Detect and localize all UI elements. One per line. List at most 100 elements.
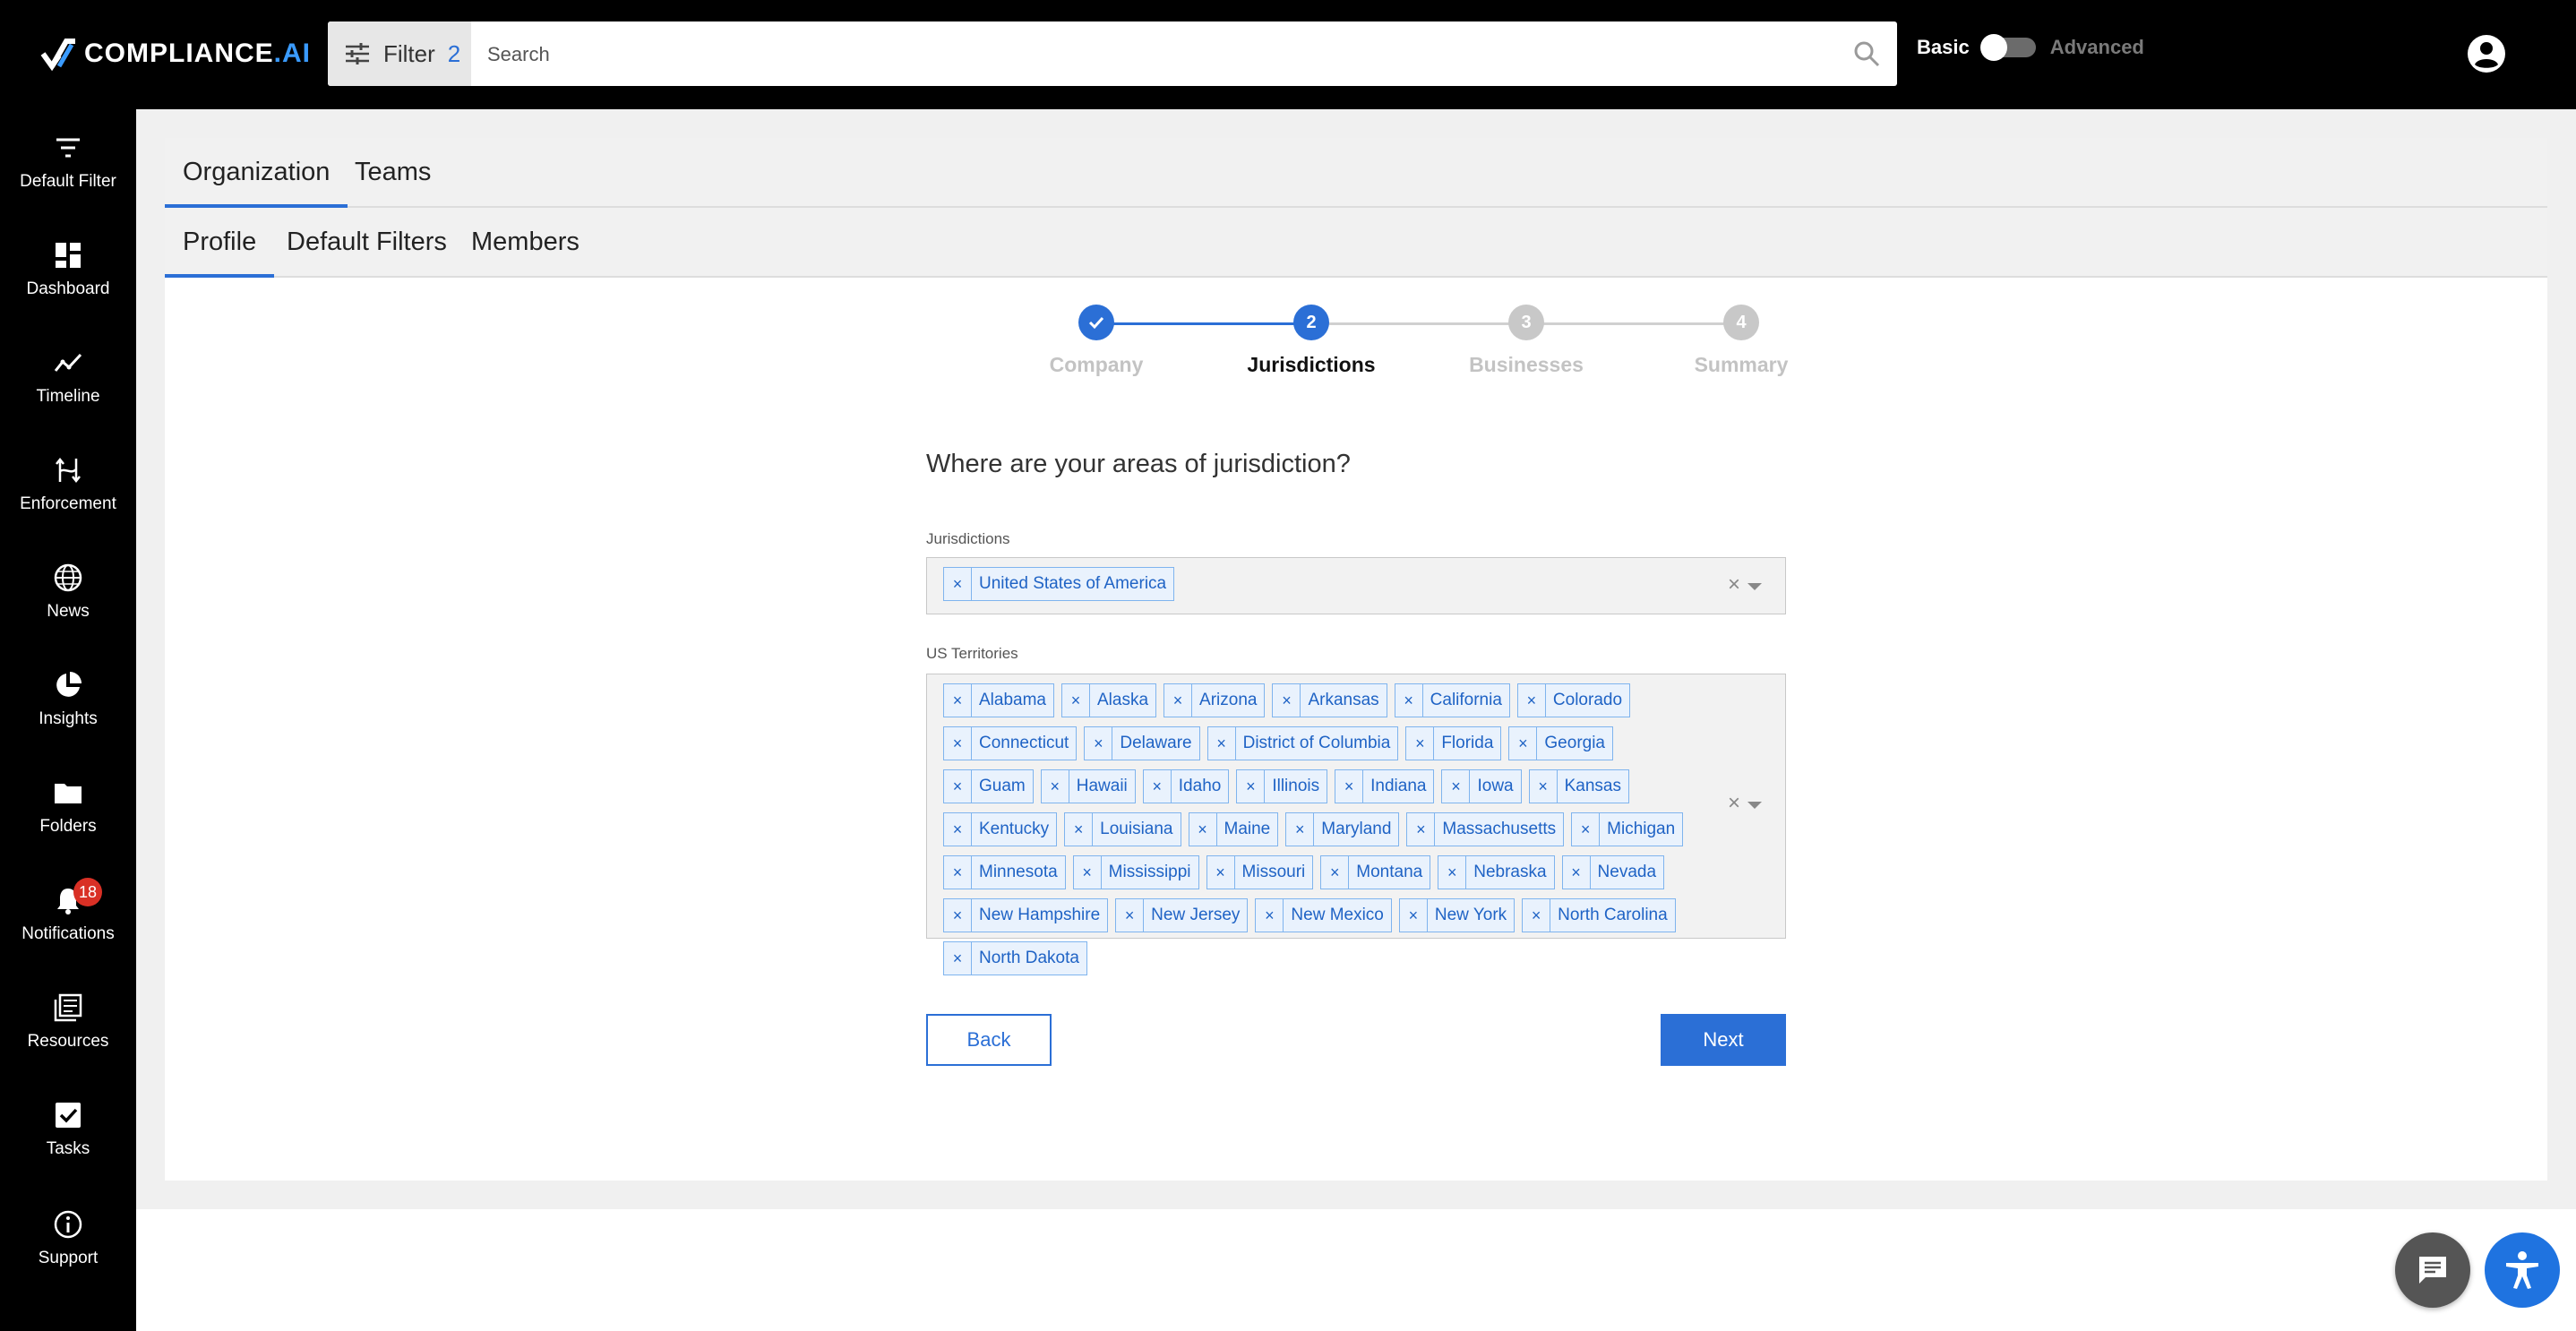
remove-tag-icon[interactable]: × [1065,813,1094,846]
remove-tag-icon[interactable]: × [1189,813,1217,846]
remove-tag-icon[interactable]: × [944,899,972,932]
accessibility-button[interactable] [2485,1232,2560,1308]
sidebar-item-dashboard[interactable]: Dashboard [0,240,136,330]
sidebar-item-enforcement[interactable]: Enforcement [0,455,136,545]
sidebar-item-insights[interactable]: Insights [0,670,136,760]
sidebar-item-label: Timeline [36,387,100,406]
sidebar-item-default-filter[interactable]: Default Filter [0,133,136,222]
mode-basic-label[interactable]: Basic [1917,36,1970,59]
tab-organization[interactable]: Organization [165,138,348,208]
territories-label: US Territories [926,645,1018,662]
remove-tag-icon[interactable]: × [944,684,972,717]
tab-teams[interactable]: Teams [337,138,449,206]
step-label: Company [1049,353,1144,376]
sidebar-item-support[interactable]: Support [0,1209,136,1299]
sidebar-item-label: Default Filter [20,172,116,191]
account-icon[interactable] [2465,32,2508,75]
app-logo[interactable]: COMPLIANCE.AI [39,34,311,73]
remove-tag-icon[interactable]: × [1256,899,1284,932]
remove-tag-icon[interactable]: × [1395,684,1423,717]
selected-tag: × Minnesota [943,855,1066,889]
dashboard-icon [56,243,81,268]
step-jurisdictions[interactable]: 2 Jurisdictions [1204,305,1419,377]
remove-tag-icon[interactable]: × [1406,727,1435,760]
remove-tag-icon[interactable]: × [1164,684,1193,717]
remove-tag-icon[interactable]: × [1273,684,1301,717]
sidebar-item-resources[interactable]: Resources [0,992,136,1082]
remove-tag-icon[interactable]: × [1207,856,1235,889]
accessibility-icon [2506,1251,2538,1289]
search-input[interactable] [485,21,1833,88]
selected-tag: × Iowa [1441,769,1522,803]
sidebar: Default Filter Dashboard Timeline Enforc… [0,109,136,1331]
remove-tag-icon[interactable]: × [1144,770,1172,803]
sidebar-item-label: News [47,602,90,621]
tag-label: Nevada [1597,863,1657,881]
clear-territories-icon[interactable]: × [1728,791,1740,816]
sidebar-item-news[interactable]: News [0,562,136,652]
remove-tag-icon[interactable]: × [1400,899,1428,932]
tab-profile[interactable]: Profile [165,208,275,278]
selected-tag: × United States of America [943,567,1175,601]
search-icon[interactable] [1852,39,1881,68]
remove-tag-icon[interactable]: × [1518,684,1546,717]
step-circle [1078,305,1114,340]
remove-tag-icon[interactable]: × [1116,899,1145,932]
tab-default-filters[interactable]: Default Filters [269,208,465,276]
sidebar-item-label: Support [38,1249,99,1267]
mode-advanced-label[interactable]: Advanced [2050,36,2144,59]
remove-tag-icon[interactable]: × [944,856,972,889]
remove-tag-icon[interactable]: × [1530,770,1558,803]
clear-jurisdictions-icon[interactable]: × [1728,572,1740,597]
step-summary[interactable]: 4 Summary [1634,305,1849,377]
selected-tag: × Idaho [1142,769,1230,803]
remove-tag-icon[interactable]: × [1335,770,1364,803]
mode-toggle[interactable] [1979,34,2036,61]
remove-tag-icon[interactable]: × [944,568,972,600]
remove-tag-icon[interactable]: × [1523,899,1551,932]
chat-button[interactable] [2395,1232,2470,1308]
selected-tag: × Massachusetts [1406,812,1565,846]
tab-members[interactable]: Members [453,208,597,276]
remove-tag-icon[interactable]: × [1572,813,1601,846]
remove-tag-icon[interactable]: × [944,813,972,846]
selected-tag: × Nevada [1561,855,1665,889]
sidebar-item-tasks[interactable]: Tasks [0,1100,136,1189]
remove-tag-icon[interactable]: × [1509,727,1538,760]
remove-tag-icon[interactable]: × [1085,727,1113,760]
remove-tag-icon[interactable]: × [1563,856,1591,889]
tag-label: Maryland [1321,820,1392,838]
remove-tag-icon[interactable]: × [1062,684,1090,717]
remove-tag-icon[interactable]: × [1208,727,1236,760]
remove-tag-icon[interactable]: × [1286,813,1315,846]
sidebar-item-folders[interactable]: Folders [0,777,136,867]
sidebar-item-timeline[interactable]: Timeline [0,348,136,437]
sidebar-item-notifications[interactable]: 18 Notifications [0,878,136,975]
filter-lines-icon [56,138,80,158]
step-businesses[interactable]: 3 Businesses [1419,305,1634,377]
tag-label: Nebraska [1473,863,1547,881]
tag-label: Iowa [1477,777,1514,795]
filter-button[interactable]: Filter 2 [328,21,471,86]
remove-tag-icon[interactable]: × [1321,856,1350,889]
remove-tag-icon[interactable]: × [1237,770,1266,803]
search-bar: Filter 2 [328,21,1897,88]
remove-tag-icon[interactable]: × [944,942,972,975]
remove-tag-icon[interactable]: × [1407,813,1436,846]
tag-label: California [1430,691,1502,709]
remove-tag-icon[interactable]: × [1074,856,1102,889]
back-button[interactable]: Back [926,1014,1052,1066]
remove-tag-icon[interactable]: × [944,727,972,760]
chevron-down-icon[interactable] [1747,802,1762,809]
remove-tag-icon[interactable]: × [1438,856,1467,889]
chevron-down-icon[interactable] [1747,583,1762,590]
step-company[interactable]: Company [989,305,1204,377]
remove-tag-icon[interactable]: × [1442,770,1471,803]
next-button[interactable]: Next [1661,1014,1786,1066]
jurisdictions-select[interactable]: × United States of America × [926,557,1786,614]
remove-tag-icon[interactable]: × [944,770,972,803]
selected-tag: × New Hampshire [943,898,1109,932]
tag-label: Missouri [1241,863,1306,881]
territories-select[interactable]: × Alabama × Alaska × Arizona × Arkansas × Califor… [926,674,1786,975]
remove-tag-icon[interactable]: × [1042,770,1069,803]
